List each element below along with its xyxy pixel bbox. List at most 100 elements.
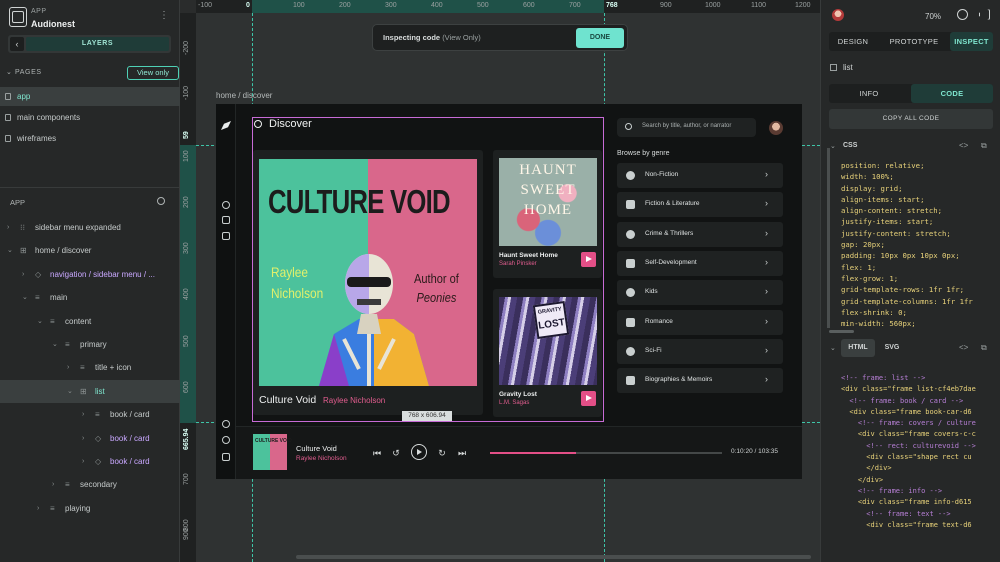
info-icon[interactable]	[222, 420, 230, 428]
chevron-right-icon[interactable]: ›	[7, 216, 9, 239]
ruler-tick-label: 900	[660, 2, 672, 9]
search-icon[interactable]	[222, 201, 230, 209]
chevron-down-icon[interactable]: ⌄	[830, 142, 836, 150]
avatar[interactable]	[832, 9, 844, 21]
code-scrollbar[interactable]	[829, 330, 854, 333]
logout-icon[interactable]	[222, 453, 230, 461]
canvas-horizontal-scrollbar[interactable]	[296, 555, 811, 559]
play-icon[interactable]	[411, 444, 427, 460]
layer-tree-row[interactable]: ⌄ ⊞ home / discover	[0, 239, 180, 262]
genre-item[interactable]: Biographies & Memoirs ›	[617, 368, 783, 394]
heart-icon	[626, 317, 635, 327]
layer-tree-row[interactable]: ⌄ ≡ content	[0, 310, 180, 333]
search-icon[interactable]	[157, 197, 165, 205]
view-only-badge[interactable]: View only	[127, 66, 179, 80]
tab-layers[interactable]: LAYERS	[26, 37, 169, 51]
play-preview-icon[interactable]	[979, 9, 990, 20]
more-menu-icon[interactable]: ⋮	[159, 10, 169, 21]
layer-name: playing	[65, 503, 91, 513]
chevron-right-icon: ›	[765, 256, 768, 267]
copy-all-code-button[interactable]: COPY ALL CODE	[829, 109, 993, 129]
chevron-right-icon[interactable]: ›	[82, 403, 84, 426]
tab-prototype[interactable]: PROTOTYPE	[879, 32, 949, 51]
search-placeholder: Search by title, author, or narrator	[642, 123, 732, 129]
chevron-down-icon[interactable]: ⌄	[830, 344, 836, 352]
genre-item[interactable]: Non-Fiction ›	[617, 163, 783, 188]
copy-icon[interactable]: ⧉	[981, 343, 987, 353]
chevron-down-icon[interactable]: ⌄	[52, 333, 58, 356]
css-line: min-width: 560px;	[841, 319, 916, 328]
chevron-down-icon[interactable]: ⌄	[37, 310, 43, 333]
chevron-right-icon[interactable]: ›	[82, 427, 84, 450]
done-button[interactable]: DONE	[576, 28, 624, 48]
skip-back-icon[interactable]: ⏮	[371, 447, 383, 459]
avatar[interactable]	[769, 121, 783, 135]
chevron-right-icon[interactable]: ›	[82, 450, 84, 473]
playback-time: 0:10:20 / 103:35	[731, 448, 778, 455]
code-toggle-icon[interactable]: <>	[959, 343, 968, 352]
css-line: padding: 10px 0px 10px 0px;	[841, 251, 960, 261]
player-author[interactable]: Raylee Nicholson	[296, 455, 347, 462]
genre-item[interactable]: Romance ›	[617, 309, 783, 335]
layer-tree-row[interactable]: › ≡ book / card	[0, 403, 180, 426]
page-item-wireframes[interactable]: wireframes	[0, 129, 180, 148]
layer-tree-row[interactable]: ⌄ ≡ main	[0, 286, 180, 309]
genre-item[interactable]: Self-Development ›	[617, 250, 783, 276]
page-item-main-components[interactable]: main components	[0, 108, 180, 127]
chevron-down-icon[interactable]: ⌄	[67, 380, 73, 403]
back-button[interactable]: ‹	[10, 37, 24, 51]
chevron-right-icon: ›	[765, 227, 768, 238]
chevron-right-icon[interactable]: ›	[67, 356, 69, 379]
zoom-level[interactable]: 70%	[925, 12, 941, 21]
tab-inspect[interactable]: INSPECT	[950, 32, 993, 51]
comment-icon[interactable]	[957, 9, 968, 20]
panel-vertical-scrollbar[interactable]	[827, 148, 830, 328]
html-line: <div class="frame text-d6	[841, 520, 972, 529]
player-title[interactable]: Culture Void	[296, 444, 337, 453]
genre-item[interactable]: Kids ›	[617, 280, 783, 306]
genre-item[interactable]: Crime & Thrillers ›	[617, 221, 783, 247]
inspect-title: Inspecting code	[383, 33, 441, 42]
chevron-right-icon[interactable]: ›	[37, 497, 39, 520]
genre-item[interactable]: Fiction & Literature ›	[617, 192, 783, 218]
pages-header[interactable]: ⌄ PAGES	[6, 68, 42, 76]
search-icon	[625, 123, 632, 130]
layer-tree-row[interactable]: ⌄ ⊞ list	[0, 379, 180, 403]
genre-label: Biographies & Memoirs	[645, 376, 713, 384]
tab-design[interactable]: DESIGN	[829, 32, 877, 51]
chevron-right-icon[interactable]: ›	[52, 473, 54, 496]
tab-html[interactable]: HTML	[841, 339, 875, 357]
chevron-down-icon[interactable]: ⌄	[22, 286, 28, 309]
copy-icon[interactable]: ⧉	[981, 141, 987, 151]
layer-tree-row[interactable]: › ≡ secondary	[0, 473, 180, 496]
chevron-right-icon[interactable]: ›	[22, 263, 24, 286]
genre-item[interactable]: Sci-Fi ›	[617, 338, 783, 364]
frame-breadcrumb[interactable]: home / discover	[216, 91, 272, 100]
html-line: <!-- frame: list -->	[841, 374, 926, 382]
tab-info[interactable]: INFO	[829, 84, 909, 103]
gear-icon[interactable]	[222, 436, 230, 444]
search-input[interactable]: Search by title, author, or narrator	[617, 118, 756, 137]
bookmark-icon[interactable]	[222, 232, 230, 240]
chevron-right-icon: ›	[765, 374, 768, 385]
page-item-app[interactable]: app	[0, 87, 180, 106]
layer-tree-row[interactable]: › ◇ book / card	[0, 450, 180, 473]
layer-tree-row[interactable]: › ◇ book / card	[0, 427, 180, 450]
player-cover[interactable]: CULTURE VOID	[253, 434, 292, 470]
tab-code[interactable]: CODE	[911, 84, 993, 103]
chevron-down-icon[interactable]: ⌄	[7, 239, 13, 262]
code-toggle-icon[interactable]: <>	[959, 141, 968, 150]
layer-tree-row[interactable]: › ≡ playing	[0, 497, 180, 520]
app-header: APP Audionest ⋮	[0, 0, 180, 34]
rewind-icon[interactable]: ↺	[390, 447, 402, 459]
css-line: grid-template-columns: 1fr 1fr	[841, 296, 973, 306]
forward-icon[interactable]: ↻	[436, 447, 448, 459]
ruler-tick-label: 500	[183, 335, 190, 347]
skip-forward-icon[interactable]: ⏭	[456, 447, 468, 459]
layer-tree-row[interactable]: › ⁝⁝ sidebar menu expanded	[0, 216, 180, 239]
tab-svg[interactable]: SVG	[877, 339, 907, 357]
layer-tree-row[interactable]: › ≡ title + icon	[0, 356, 180, 379]
layer-tree-row[interactable]: ⌄ ≡ primary	[0, 333, 180, 356]
layer-tree-row[interactable]: › ◇ navigation / sidebar menu / ...	[0, 263, 180, 286]
library-icon[interactable]	[222, 216, 230, 224]
